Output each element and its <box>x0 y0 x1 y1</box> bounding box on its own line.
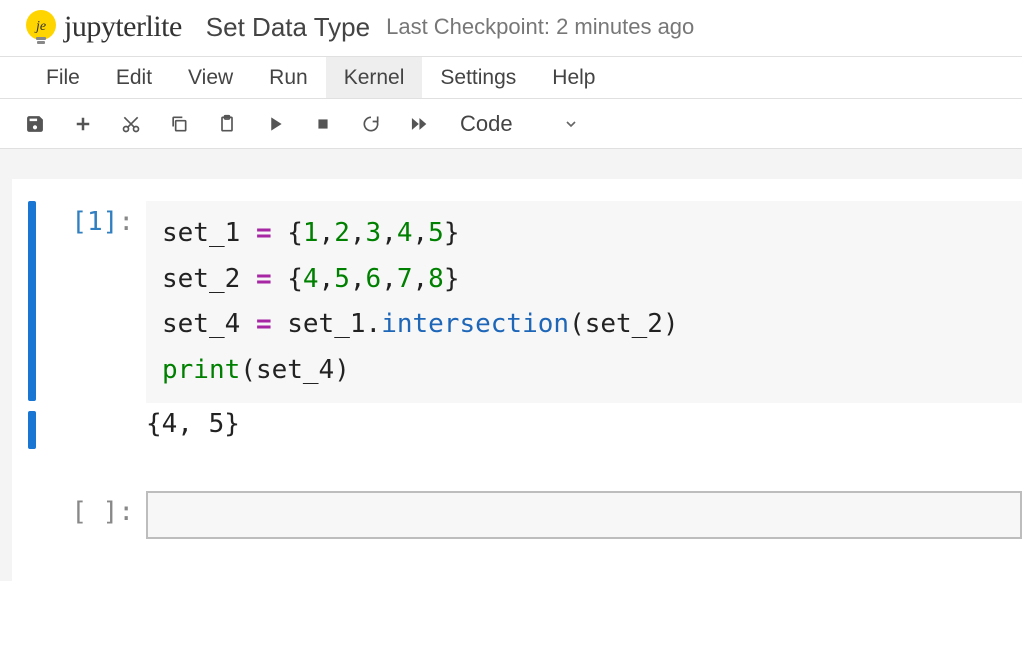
stop-icon[interactable] <box>310 111 336 137</box>
menu-item-run[interactable]: Run <box>251 57 326 98</box>
execution-prompt: [1]: <box>36 201 146 237</box>
cell-type-dropdown[interactable]: Code <box>460 111 579 137</box>
code-cell[interactable]: [ ]: <box>12 491 1022 539</box>
toolbar: Code <box>0 99 1022 149</box>
menu-item-help[interactable]: Help <box>534 57 613 98</box>
menu-item-view[interactable]: View <box>170 57 251 98</box>
menu-item-file[interactable]: File <box>28 57 98 98</box>
code-editor[interactable]: set_1 = {1,2,3,4,5}set_2 = {4,5,6,7,8}se… <box>146 201 1022 403</box>
checkpoint-label: Last Checkpoint: 2 minutes ago <box>386 14 694 40</box>
menu-bar: FileEditViewRunKernelSettingsHelp <box>0 57 1022 99</box>
notebook: [1]:set_1 = {1,2,3,4,5}set_2 = {4,5,6,7,… <box>12 179 1022 581</box>
restart-icon[interactable] <box>358 111 384 137</box>
save-icon[interactable] <box>22 111 48 137</box>
code-cell[interactable]: [1]:set_1 = {1,2,3,4,5}set_2 = {4,5,6,7,… <box>12 201 1022 403</box>
lightbulb-icon: je <box>20 6 62 48</box>
cut-icon[interactable] <box>118 111 144 137</box>
svg-text:je: je <box>34 19 46 34</box>
paste-icon[interactable] <box>214 111 240 137</box>
brand-name: jupyterlite <box>64 10 182 44</box>
add-icon[interactable] <box>70 111 96 137</box>
menu-item-edit[interactable]: Edit <box>98 57 170 98</box>
copy-icon[interactable] <box>166 111 192 137</box>
output-indicator <box>28 411 36 449</box>
cell-run-indicator <box>28 491 36 539</box>
execution-prompt: [ ]: <box>36 491 146 527</box>
code-editor[interactable] <box>146 491 1022 539</box>
logo: je jupyterlite <box>20 6 182 48</box>
notebook-area: [1]:set_1 = {1,2,3,4,5}set_2 = {4,5,6,7,… <box>0 149 1022 581</box>
cell-output: {4, 5} <box>146 405 1022 447</box>
run-icon[interactable] <box>262 111 288 137</box>
output-row: {4, 5} <box>12 405 1022 449</box>
cell-type-label: Code <box>460 111 513 137</box>
fast-forward-icon[interactable] <box>406 111 432 137</box>
menu-item-kernel[interactable]: Kernel <box>326 57 423 98</box>
menu-item-settings[interactable]: Settings <box>422 57 534 98</box>
chevron-down-icon <box>563 116 579 132</box>
document-title[interactable]: Set Data Type <box>206 12 370 43</box>
header: je jupyterlite Set Data Type Last Checkp… <box>0 0 1022 56</box>
output-prompt <box>36 405 146 411</box>
cell-run-indicator <box>28 201 36 401</box>
